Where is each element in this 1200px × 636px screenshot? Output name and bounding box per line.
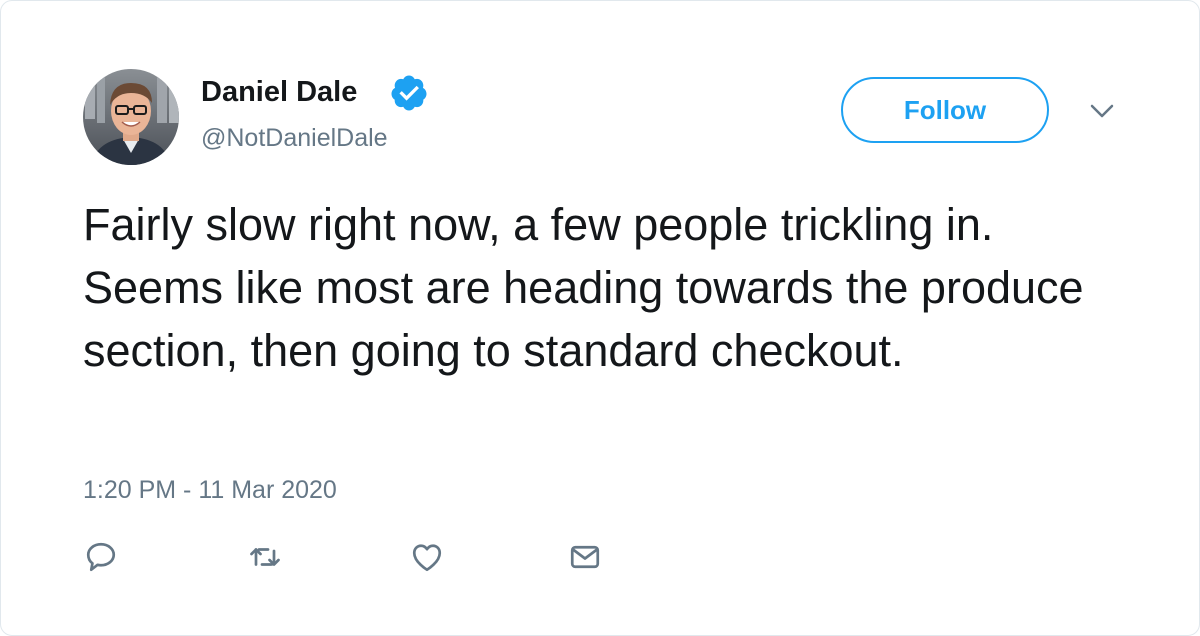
tweet-card: Daniel Dale @NotDanielDale Follow Fairly…: [0, 0, 1200, 636]
avatar[interactable]: [83, 69, 179, 165]
reply-icon[interactable]: [83, 539, 119, 575]
envelope-icon[interactable]: [567, 539, 603, 575]
handle[interactable]: @NotDanielDale: [201, 123, 388, 153]
follow-button[interactable]: Follow: [841, 77, 1049, 143]
timestamp[interactable]: 1:20 PM - 11 Mar 2020: [83, 475, 337, 505]
retweet-icon[interactable]: [247, 539, 283, 575]
heart-icon[interactable]: [409, 539, 445, 575]
verified-icon: [389, 73, 429, 113]
tweet-text: Fairly slow right now, a few people tric…: [83, 199, 1084, 376]
profile-photo: [83, 69, 179, 165]
chevron-down-icon[interactable]: [1087, 101, 1117, 121]
display-name[interactable]: Daniel Dale: [201, 75, 357, 109]
